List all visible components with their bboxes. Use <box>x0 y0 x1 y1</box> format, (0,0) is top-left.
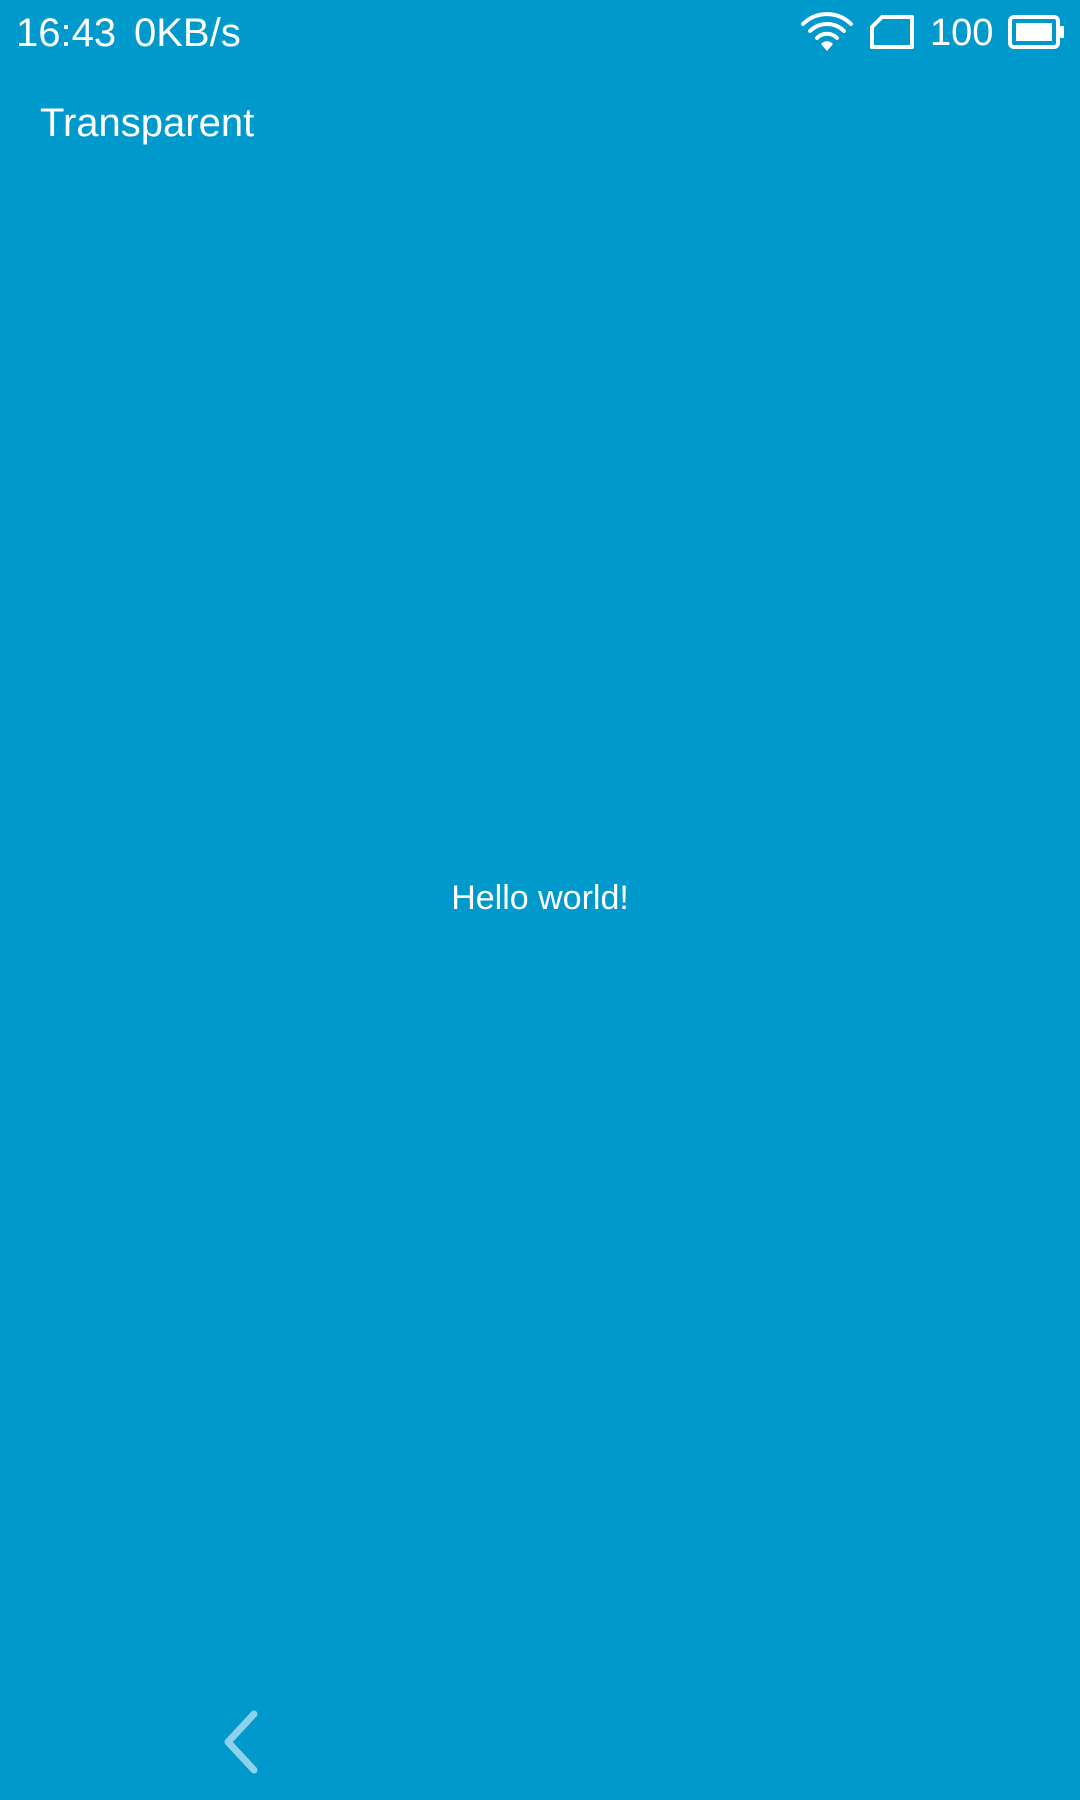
status-time: 16:43 <box>16 11 117 55</box>
battery-level: 100 <box>930 12 994 54</box>
navigation-bar <box>0 1662 1080 1800</box>
hello-message: Hello world! <box>451 879 629 917</box>
back-chevron-icon[interactable] <box>214 1706 274 1778</box>
screen: 16:43 0KB/s 100 Transparent Hello world! <box>0 0 1080 1800</box>
sim-card-icon <box>870 15 914 49</box>
network-speed: 0KB/s <box>134 11 241 55</box>
app-title: Transparent <box>40 101 255 145</box>
status-bar: 16:43 0KB/s 100 <box>0 0 1080 66</box>
battery-icon <box>1008 15 1064 49</box>
wifi-icon <box>801 12 853 51</box>
main-content: Hello world! <box>0 178 1080 1662</box>
app-bar: Transparent <box>0 66 1080 178</box>
